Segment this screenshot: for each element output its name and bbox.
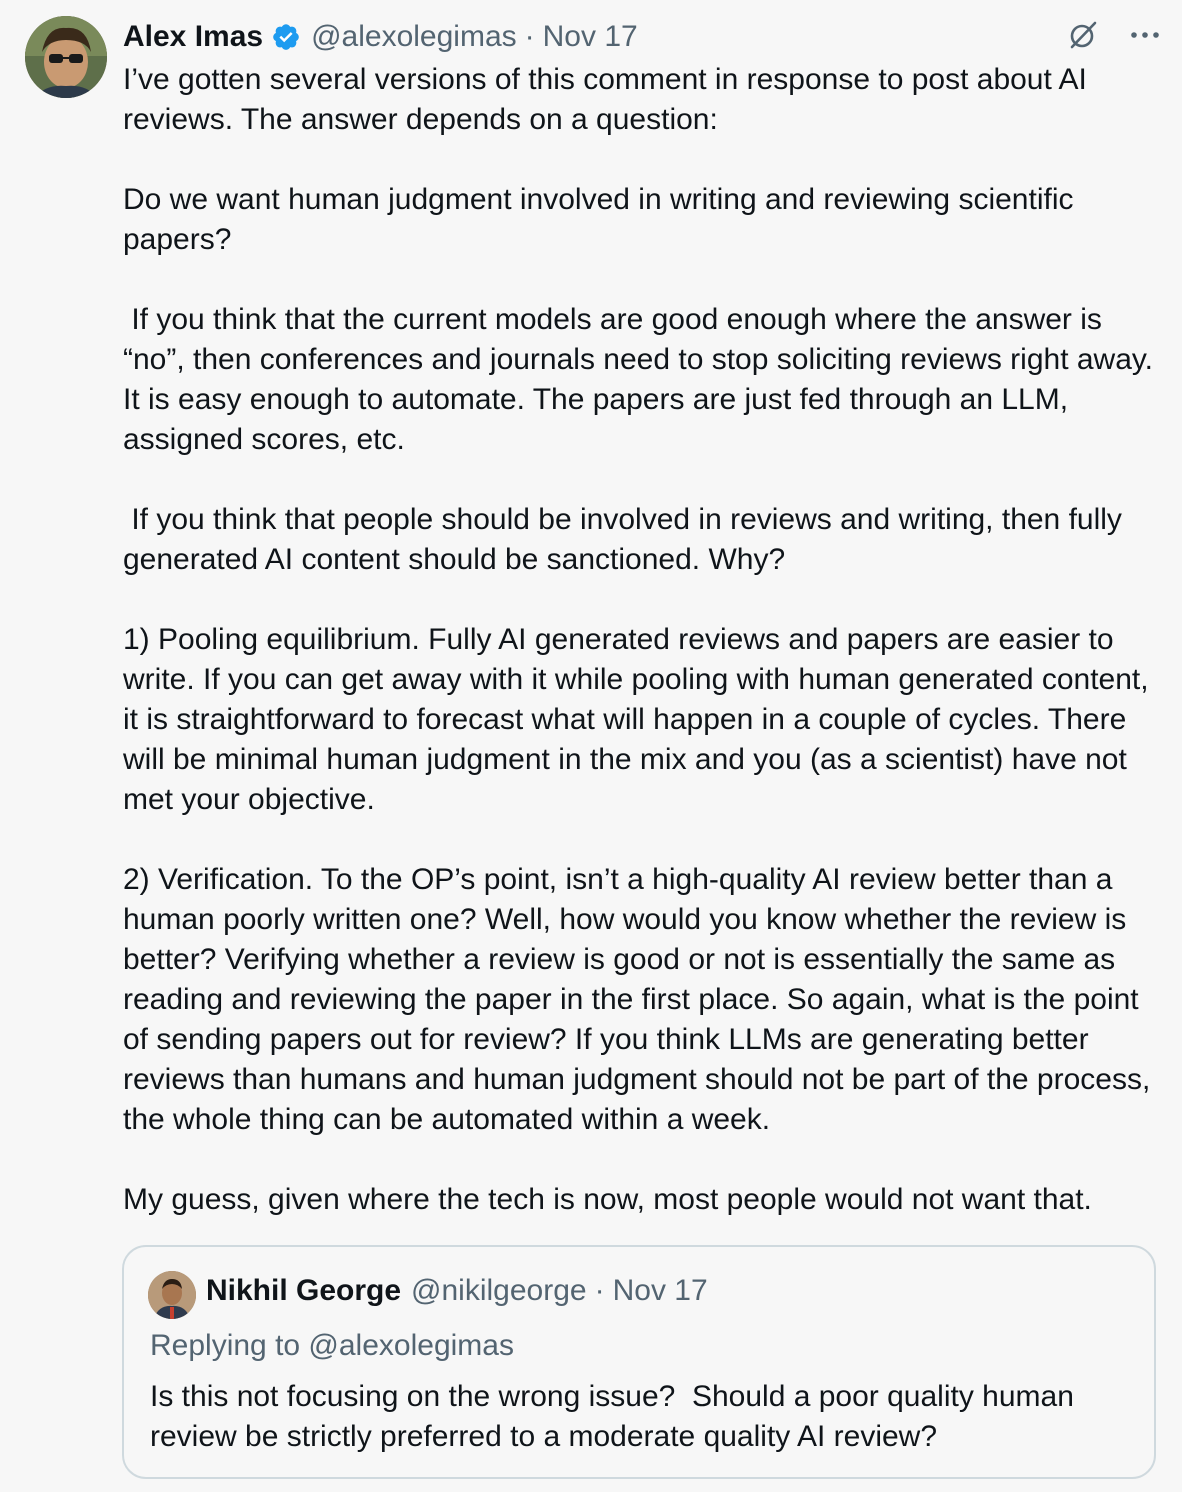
quoted-separator-dot: · <box>594 1274 605 1307</box>
verified-badge-icon[interactable] <box>271 22 301 52</box>
quoted-author-name[interactable]: Nikhil George <box>206 1274 401 1308</box>
quoted-tweet-header: Nikhil George @nikilgeorge · Nov 17 <box>206 1274 708 1308</box>
author-avatar[interactable] <box>25 16 107 98</box>
more-icon[interactable] <box>1128 18 1162 52</box>
quoted-tweet-text: Is this not focusing on the wrong issue?… <box>150 1380 1083 1453</box>
tweet-actions <box>1066 18 1162 52</box>
separator-dot: · <box>524 20 535 53</box>
tweet-text: I’ve gotten several versions of this com… <box>123 63 1154 1216</box>
tweet-header: Alex Imas @alexolegimas · Nov 17 <box>123 14 638 60</box>
grok-icon[interactable] <box>1066 18 1100 52</box>
author-handle[interactable]: @alexolegimas <box>311 20 517 54</box>
tweet[interactable]: Alex Imas @alexolegimas · Nov 17 I’ve go <box>0 0 1182 1492</box>
quoted-tweet-date[interactable]: Nov 17 <box>613 1274 708 1308</box>
quoted-author-handle[interactable]: @nikilgeorge <box>411 1274 587 1308</box>
quoted-author-avatar[interactable] <box>148 1271 196 1319</box>
author-name[interactable]: Alex Imas <box>123 20 263 54</box>
tweet-date[interactable]: Nov 17 <box>543 20 638 54</box>
quoted-tweet[interactable]: Nikhil George @nikilgeorge · Nov 17 Repl… <box>122 1245 1156 1479</box>
replying-to-label: Replying to @alexolegimas <box>150 1329 514 1362</box>
